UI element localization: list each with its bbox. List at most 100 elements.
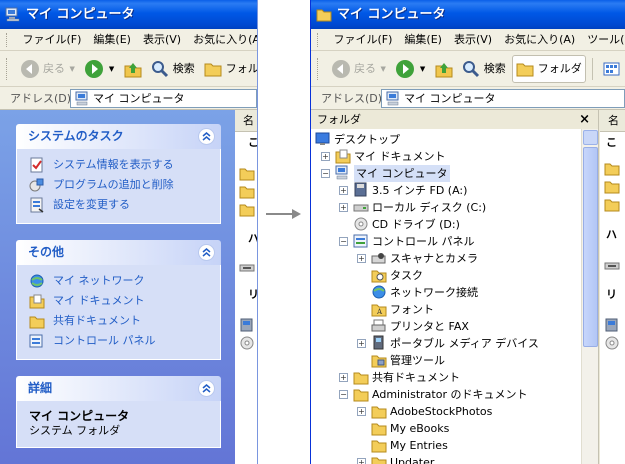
back-dropdown-icon[interactable]: ▼ <box>70 55 75 83</box>
expand-icon[interactable]: + <box>357 339 366 348</box>
expand-icon[interactable]: + <box>357 254 366 263</box>
toolbar-grip[interactable] <box>6 58 9 80</box>
cd-drive-icon[interactable] <box>239 336 255 350</box>
title-bar[interactable]: マイ コンピュータ <box>311 0 625 29</box>
tree-item-label: 管理ツール <box>390 354 445 367</box>
views-icon <box>603 62 620 76</box>
forward-arrow-icon <box>85 60 104 78</box>
task-label: プログラムの追加と削除 <box>53 178 174 191</box>
expand-icon[interactable]: + <box>357 407 366 416</box>
search-label: 検索 <box>483 62 506 75</box>
views-button[interactable]: ▼ <box>600 55 625 83</box>
place-control-panel[interactable]: コントロール パネル <box>29 331 220 351</box>
up-folder-button[interactable] <box>121 55 145 83</box>
task-label: 設定を変更する <box>53 198 130 211</box>
forward-dropdown-icon[interactable]: ▼ <box>109 55 114 83</box>
my-computer-window-task-view: マイ コンピュータ ファイル(F) 編集(E) 表示(V) お気に入り(A) 戻る ▼… <box>0 0 258 464</box>
expand-icon[interactable]: + <box>357 458 366 464</box>
forward-button[interactable]: ▼ <box>81 55 117 83</box>
other-places-title: その他 <box>28 245 65 259</box>
menu-tools[interactable]: ツール( <box>581 29 625 51</box>
menu-edit[interactable]: 編集(E) <box>87 29 137 51</box>
collapse-button[interactable] <box>198 128 215 145</box>
task-add-remove-programs[interactable]: プログラムの追加と削除 <box>29 175 220 195</box>
floppy-drive-icon[interactable] <box>604 258 620 272</box>
folder-icon[interactable] <box>604 198 620 212</box>
details-header[interactable]: 詳細 <box>16 376 221 401</box>
address-field[interactable]: マイ コンピュータ <box>381 89 625 108</box>
menu-file[interactable]: ファイル(F) <box>17 29 88 51</box>
folders-button[interactable]: フォルダ <box>512 55 586 83</box>
vertical-scrollbar[interactable] <box>581 129 598 464</box>
up-folder-button[interactable] <box>432 55 456 83</box>
group-header: ハ <box>248 232 258 245</box>
collapse-button[interactable] <box>198 244 215 261</box>
name-column-header[interactable]: 名 <box>600 110 625 132</box>
place-my-network[interactable]: マイ ネットワーク <box>29 271 220 291</box>
folder-icon[interactable] <box>239 185 255 199</box>
my-computer-icon <box>335 165 348 180</box>
file-list-pane[interactable]: 名 こ ハ リ <box>235 110 257 464</box>
menu-grip[interactable] <box>6 33 9 47</box>
name-column-header[interactable]: 名 <box>235 110 257 132</box>
place-shared-documents[interactable]: 共有ドキュメント <box>29 311 220 331</box>
other-places-header[interactable]: その他 <box>16 240 221 265</box>
menu-file[interactable]: ファイル(F) <box>328 29 399 51</box>
scroll-thumb[interactable] <box>583 147 598 347</box>
expand-icon[interactable]: + <box>339 373 348 382</box>
search-button[interactable]: 検索 <box>459 55 509 83</box>
back-button[interactable]: 戻る ▼ <box>17 55 78 83</box>
cd-drive-icon[interactable] <box>604 336 620 350</box>
place-my-documents[interactable]: マイ ドキュメント <box>29 291 220 311</box>
menu-bar: ファイル(F) 編集(E) 表示(V) お気に入り(A) ツール( <box>311 29 625 51</box>
expand-icon[interactable]: + <box>321 152 330 161</box>
menu-favorites[interactable]: お気に入り(A) <box>187 29 257 51</box>
expand-icon[interactable]: + <box>339 203 348 212</box>
menu-grip[interactable] <box>317 33 320 47</box>
control-panel-icon[interactable] <box>239 318 255 332</box>
forward-dropdown-icon[interactable]: ▼ <box>420 55 425 83</box>
folder-icon <box>316 9 332 22</box>
forward-button[interactable]: ▼ <box>392 55 428 83</box>
title-bar[interactable]: マイ コンピュータ <box>0 0 257 29</box>
system-tasks-body: システム情報を表示する プログラムの追加と削除 設定を変更する <box>16 149 221 224</box>
close-icon[interactable]: × <box>579 110 590 129</box>
menu-favorites[interactable]: お気に入り(A) <box>498 29 581 51</box>
file-list-pane[interactable]: 名 こ ハ リ <box>600 110 625 464</box>
folders-icon <box>516 63 534 77</box>
tree-item-label: AdobeStockPhotos <box>390 405 493 418</box>
floppy-drive-icon[interactable] <box>239 260 255 274</box>
collapse-button[interactable] <box>198 380 215 397</box>
standard-toolbar: 戻る ▼ ▼ 検索 フォルダ ▼ <box>311 51 625 87</box>
toolbar-grip[interactable] <box>317 58 320 80</box>
address-label: アドレス(D) <box>321 92 383 105</box>
folder-icon[interactable] <box>604 180 620 194</box>
back-button[interactable]: 戻る ▼ <box>328 55 389 83</box>
up-folder-icon <box>124 63 142 78</box>
details-subtitle: システム フォルダ <box>29 424 121 437</box>
my-documents-icon <box>29 294 45 309</box>
control-panel-icon[interactable] <box>604 318 620 332</box>
folder-icon[interactable] <box>239 167 255 181</box>
menu-edit[interactable]: 編集(E) <box>398 29 448 51</box>
folder-icon[interactable] <box>604 162 620 176</box>
folder-icon[interactable] <box>239 203 255 217</box>
expand-icon[interactable]: + <box>339 186 348 195</box>
folders-icon <box>204 63 222 77</box>
tree-item-label: Updater <box>390 456 435 464</box>
search-button[interactable]: 検索 <box>148 55 198 83</box>
collapse-icon[interactable]: − <box>321 169 330 178</box>
collapse-icon[interactable]: − <box>339 237 348 246</box>
address-field[interactable]: マイ コンピュータ <box>70 89 257 108</box>
task-change-settings[interactable]: 設定を変更する <box>29 195 220 215</box>
scroll-up-button[interactable] <box>583 130 598 145</box>
menu-view[interactable]: 表示(V) <box>448 29 498 51</box>
collapse-icon[interactable]: − <box>339 390 348 399</box>
back-dropdown-icon[interactable]: ▼ <box>381 55 386 83</box>
system-tasks-header[interactable]: システムのタスク <box>16 124 221 149</box>
folders-button[interactable]: フォル <box>201 55 257 83</box>
menu-view[interactable]: 表示(V) <box>137 29 187 51</box>
folder-icon <box>353 372 369 385</box>
folder-tree: デスクトップ + マイ ドキュメント − マイ コンピュータ +3.5 インチ FD (A… <box>311 129 581 464</box>
task-view-system-info[interactable]: システム情報を表示する <box>29 155 220 175</box>
